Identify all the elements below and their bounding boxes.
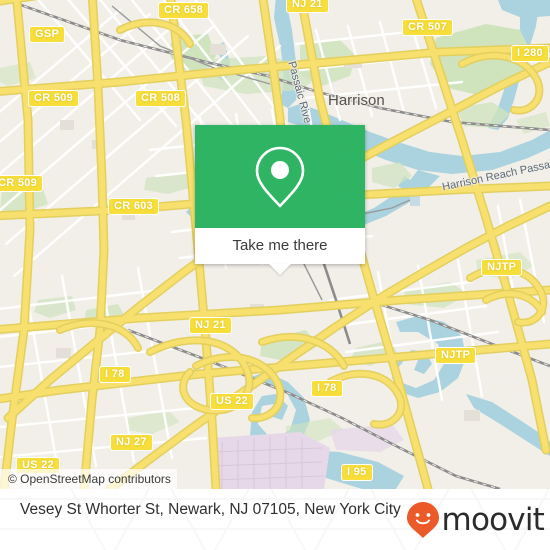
popup-tail-triangle [269,264,291,275]
popup-footer[interactable]: Take me there [195,228,365,275]
footer-content: Vesey St Whorter St, Newark, NJ 07105, N… [0,489,550,550]
shield-cr-508[interactable]: CR 508 [135,90,187,107]
take-me-there-label: Take me there [232,237,328,254]
location-popup[interactable]: Take me there [195,125,365,275]
shield-cr-509-left[interactable]: CR 509 [28,90,80,107]
osm-attribution[interactable]: © OpenStreetMap contributors [0,469,177,489]
moovit-pin-smiley-icon [406,502,439,538]
shield-i-95[interactable]: I 95 [341,464,373,481]
map-canvas[interactable]: CR 658 NJ 21 CR 507 I 280 GSP CR 508 CR … [0,0,550,489]
shield-nj-27[interactable]: NJ 27 [110,434,153,451]
shield-cr-507[interactable]: CR 507 [402,19,454,36]
shield-cr-603[interactable]: CR 603 [108,198,160,215]
shield-nj-21-top[interactable]: NJ 21 [286,0,329,13]
moovit-wordmark: moovit [441,501,545,538]
shield-gsp[interactable]: GSP [29,26,66,43]
osm-attribution-text: © OpenStreetMap contributors [8,472,171,486]
place-label-harrison: Harrison [328,92,385,109]
shield-cr-658[interactable]: CR 658 [158,2,210,19]
address-text: Vesey St Whorter St, Newark, NJ 07105, N… [20,501,401,518]
shield-i-78-right[interactable]: I 78 [311,380,343,397]
shield-cr-509-edge[interactable]: CR 509 [0,175,44,192]
moovit-logo[interactable]: moovit [406,501,545,539]
footer-bar: Vesey St Whorter St, Newark, NJ 07105, N… [0,489,550,550]
popup-header [195,125,365,228]
map-pin-icon [255,146,305,207]
moovit-location-page: CR 658 NJ 21 CR 507 I 280 GSP CR 508 CR … [0,0,550,550]
shield-nj-21-mid[interactable]: NJ 21 [189,317,232,334]
shield-us-22-mid[interactable]: US 22 [210,393,255,410]
shield-i-280[interactable]: I 280 [511,45,549,62]
shield-i-78-left[interactable]: I 78 [99,366,131,383]
shield-njtp-lower[interactable]: NJTP [435,347,477,364]
shield-njtp-upper[interactable]: NJTP [481,259,523,276]
